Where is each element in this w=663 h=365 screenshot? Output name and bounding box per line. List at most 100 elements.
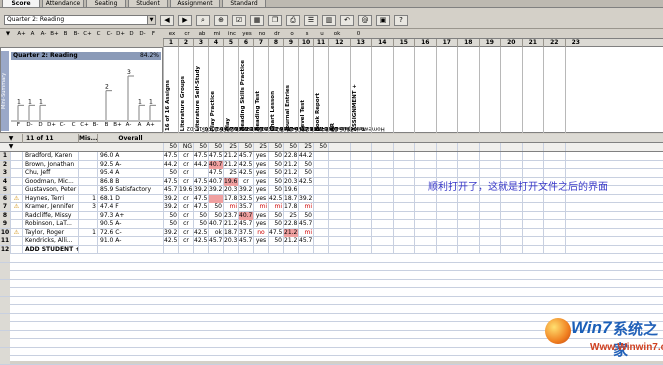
score-cell[interactable] bbox=[313, 220, 328, 228]
assignment-header[interactable]: ASSIGNMENT + bbox=[349, 47, 372, 133]
score-cell[interactable] bbox=[371, 237, 393, 245]
period-select[interactable]: Quarter 2: Reading ▼ bbox=[4, 15, 156, 25]
score-cell[interactable] bbox=[564, 220, 587, 228]
tab-score[interactable]: Score bbox=[2, 0, 40, 8]
score-cell[interactable]: 47.5 bbox=[163, 152, 178, 160]
student-name[interactable]: Kramer, Jennifer bbox=[22, 203, 78, 211]
score-cell[interactable] bbox=[435, 203, 458, 211]
score-cell[interactable]: 50 bbox=[208, 211, 223, 220]
score-cell[interactable]: 21.2 bbox=[223, 152, 238, 160]
score-cell[interactable]: 50 bbox=[268, 186, 283, 194]
score-cell[interactable] bbox=[392, 203, 415, 211]
score-cell[interactable] bbox=[457, 160, 479, 169]
students-header[interactable]: 11 of 11 Stud... bbox=[22, 134, 78, 151]
score-cell[interactable]: 42.5 bbox=[298, 177, 313, 186]
score-cell[interactable] bbox=[543, 228, 565, 237]
table-row[interactable]: 1 Bradford, Karen 96.0 A 47.5 cr 47.5 47.5 21.2… bbox=[0, 152, 663, 161]
score-cell[interactable]: 20.3 bbox=[283, 177, 298, 186]
score-cell[interactable]: 39.2 bbox=[163, 203, 178, 211]
score-cell[interactable]: 20.3 bbox=[223, 186, 238, 194]
score-cell[interactable]: 50 bbox=[268, 177, 283, 186]
table-row[interactable]: 7 ⚠ Kramer, Jennifer 3 47.4 F 39.2 cr 47.5 50 mi 3… bbox=[0, 203, 663, 212]
score-cell[interactable]: 21.2 bbox=[283, 228, 298, 237]
score-cell[interactable] bbox=[543, 203, 565, 211]
score-cell[interactable]: 42.5 bbox=[238, 169, 253, 177]
score-cell[interactable] bbox=[349, 228, 372, 237]
score-cell[interactable] bbox=[457, 245, 479, 254]
tab-student[interactable]: Student bbox=[128, 0, 168, 8]
score-cell[interactable]: 40.7 bbox=[208, 220, 223, 228]
assignment-header[interactable]: Journal Entries Classwork 2006-12-04 bbox=[283, 47, 353, 133]
score-cell[interactable] bbox=[457, 169, 479, 177]
score-cell[interactable] bbox=[392, 211, 415, 220]
score-cell[interactable]: 20.3 bbox=[223, 237, 238, 245]
score-cell[interactable] bbox=[478, 152, 501, 160]
score-cell[interactable] bbox=[313, 169, 328, 177]
score-cell[interactable] bbox=[500, 211, 522, 220]
score-cell[interactable]: 44.2 bbox=[193, 160, 208, 169]
score-cell[interactable] bbox=[414, 211, 436, 220]
score-cell[interactable]: mi bbox=[298, 228, 313, 237]
score-cell[interactable] bbox=[521, 237, 544, 245]
score-cell[interactable] bbox=[328, 152, 350, 160]
score-cell[interactable] bbox=[414, 152, 436, 160]
score-cell[interactable] bbox=[313, 245, 328, 254]
score-cell[interactable] bbox=[328, 245, 350, 254]
score-cell[interactable] bbox=[414, 194, 436, 203]
score-cell[interactable]: yes bbox=[253, 160, 268, 169]
score-cell[interactable] bbox=[371, 169, 393, 177]
chart-icon[interactable]: ▥ bbox=[322, 15, 336, 26]
score-cell[interactable] bbox=[478, 169, 501, 177]
score-cell[interactable] bbox=[414, 237, 436, 245]
score-cell[interactable] bbox=[371, 160, 393, 169]
table-row[interactable]: 12 ADD STUDENT + bbox=[0, 245, 663, 254]
score-cell[interactable]: 44.2 bbox=[298, 152, 313, 160]
score-cell[interactable]: 42.5 bbox=[193, 237, 208, 245]
score-cell[interactable]: 50 bbox=[298, 211, 313, 220]
score-cell[interactable] bbox=[435, 220, 458, 228]
score-cell[interactable]: 42.5 bbox=[193, 228, 208, 237]
score-cell[interactable]: 47.5 bbox=[268, 228, 283, 237]
score-cell[interactable] bbox=[521, 169, 544, 177]
score-cell[interactable]: 50 bbox=[298, 169, 313, 177]
score-cell[interactable] bbox=[414, 220, 436, 228]
score-cell[interactable]: 50 bbox=[163, 211, 178, 220]
score-cell[interactable] bbox=[163, 245, 178, 254]
score-cell[interactable] bbox=[371, 194, 393, 203]
score-cell[interactable] bbox=[500, 169, 522, 177]
score-cell[interactable] bbox=[543, 211, 565, 220]
score-cell[interactable]: 47.5 bbox=[193, 177, 208, 186]
score-cell[interactable]: 45.7 bbox=[238, 220, 253, 228]
score-cell[interactable] bbox=[328, 169, 350, 177]
overall-header[interactable]: Overall bbox=[97, 134, 163, 143]
score-cell[interactable] bbox=[435, 152, 458, 160]
score-cell[interactable]: yes bbox=[253, 211, 268, 220]
score-cell[interactable]: yes bbox=[253, 177, 268, 186]
score-cell[interactable]: cr bbox=[238, 177, 253, 186]
score-cell[interactable]: 39.2 bbox=[163, 194, 178, 203]
score-cell[interactable]: 22.8 bbox=[283, 152, 298, 160]
score-cell[interactable] bbox=[478, 211, 501, 220]
score-cell[interactable] bbox=[371, 203, 393, 211]
score-cell[interactable]: 45.7 bbox=[208, 237, 223, 245]
score-cell[interactable]: 50 bbox=[193, 211, 208, 220]
forward-button[interactable]: ▶ bbox=[178, 15, 192, 26]
score-cell[interactable] bbox=[392, 194, 415, 203]
score-cell[interactable]: 50 bbox=[193, 220, 208, 228]
score-cell[interactable] bbox=[543, 152, 565, 160]
score-cell[interactable] bbox=[392, 228, 415, 237]
assignment-header[interactable]: 16 of 16 Assigns bbox=[163, 47, 178, 133]
score-cell[interactable]: cr bbox=[178, 220, 193, 228]
score-cell[interactable]: cr bbox=[178, 211, 193, 220]
find-icon[interactable]: ⌕ bbox=[196, 15, 210, 26]
score-cell[interactable] bbox=[457, 194, 479, 203]
score-cell[interactable] bbox=[253, 245, 268, 254]
print-icon[interactable]: ⎙ bbox=[286, 15, 300, 26]
table-row[interactable]: 3 Chu, Jeff 95.4 A 50 cr 47.5 25 42.5 yes 50 21.2 5… bbox=[0, 169, 663, 178]
score-cell[interactable]: yes bbox=[253, 186, 268, 194]
score-cell[interactable] bbox=[564, 152, 587, 160]
score-cell[interactable]: cr bbox=[178, 237, 193, 245]
score-cell[interactable]: 21.2 bbox=[283, 169, 298, 177]
table-row[interactable]: 10 ⚠ Taylor, Roger 1 72.6 C- 39.2 cr 42.5 ok 18.7… bbox=[0, 228, 663, 237]
score-cell[interactable] bbox=[371, 228, 393, 237]
